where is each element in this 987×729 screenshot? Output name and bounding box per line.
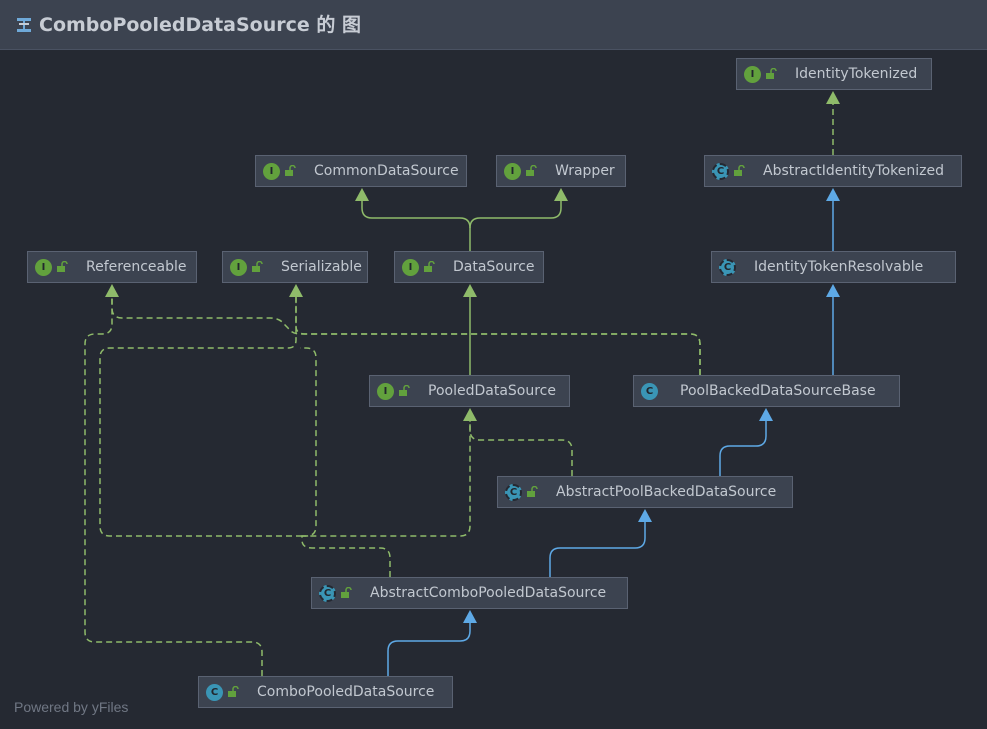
edge-datasource-to-wrapper — [469, 200, 562, 229]
arrowhead-commondatasource — [355, 188, 369, 201]
unlock-icon — [424, 261, 435, 272]
arrowhead-identitytokenresolvable — [826, 284, 840, 297]
node-identitytokenresolvable[interactable]: C IdentityTokenResolvable — [711, 251, 956, 283]
unlock-icon — [252, 261, 263, 272]
interface-icon: I — [377, 382, 394, 400]
node-label: AbstractComboPooledDataSource — [370, 585, 607, 601]
diagram-window: ComboPooledDataSource 的 图 I IdentityToke… — [0, 0, 987, 729]
node-pooleddatasource[interactable]: I PooledDataSource — [369, 375, 570, 407]
interface-icon: I — [504, 162, 521, 180]
edge-layer — [84, 91, 840, 676]
interface-icon: I — [230, 258, 247, 276]
edge-abstractcombo-to-abstractpoolbacked — [549, 521, 646, 577]
unlock-icon — [285, 165, 296, 176]
arrowhead-identitytokenized — [826, 91, 840, 104]
interface-icon: I — [402, 258, 419, 276]
unlock-icon — [399, 385, 410, 396]
abstract-class-icon: C — [319, 584, 336, 602]
powered-by-label: Powered by yFiles — [14, 699, 129, 715]
node-label: ComboPooledDataSource — [257, 684, 435, 700]
node-label: DataSource — [453, 259, 535, 275]
interface-icon: I — [744, 65, 761, 83]
unlock-icon — [341, 587, 352, 598]
arrowhead-pooleddatasource — [463, 408, 477, 421]
abstract-class-icon: C — [712, 162, 729, 180]
unlock-icon — [527, 486, 538, 497]
unlock-icon — [734, 165, 745, 176]
arrowhead-abstractidentitytokenized — [826, 188, 840, 201]
node-label: IdentityTokenized — [795, 66, 918, 82]
class-icon: C — [641, 382, 658, 400]
node-identitytokenized[interactable]: I IdentityTokenized — [736, 58, 932, 90]
unlock-icon — [228, 686, 239, 697]
interface-icon: I — [263, 162, 280, 180]
node-abstractidentitytokenized[interactable]: C AbstractIdentityTokenized — [704, 155, 962, 187]
node-label: IdentityTokenResolvable — [754, 259, 924, 275]
arrowhead-serializable — [289, 284, 303, 297]
arrowhead-wrapper — [554, 188, 568, 201]
arrowhead-referenceable — [105, 284, 119, 297]
abstract-class-icon: C — [719, 258, 736, 276]
node-abstractcombopooleddatasource[interactable]: C AbstractComboPooledDataSource — [311, 577, 628, 609]
edge-datasource-to-commondatasource — [361, 200, 471, 251]
class-icon: C — [206, 683, 223, 701]
abstract-class-icon: C — [505, 483, 522, 501]
edge-abstractpoolbacked-to-pooleddatasource — [469, 420, 573, 476]
arrowhead-poolbackedbase — [759, 408, 773, 421]
edge-combo-to-referenceable — [84, 296, 263, 676]
edge-combo-to-abstractcombo — [387, 622, 471, 676]
node-combopooleddatasource[interactable]: C ComboPooledDataSource — [198, 676, 453, 708]
node-label: PooledDataSource — [428, 383, 556, 399]
arrowhead-datasource — [463, 284, 477, 297]
interface-icon: I — [35, 258, 52, 276]
node-label: AbstractPoolBackedDataSource — [556, 484, 777, 500]
node-label: CommonDataSource — [314, 163, 459, 179]
unlock-icon — [766, 68, 777, 79]
edge-abstractcombo-to-serializable-loop — [300, 347, 317, 537]
edge-poolbacked-to-referenceable — [111, 296, 701, 375]
node-poolbackeddatasourcebase[interactable]: C PoolBackedDataSourceBase — [633, 375, 900, 407]
unlock-icon — [57, 261, 68, 272]
node-datasource[interactable]: I DataSource — [394, 251, 544, 283]
node-referenceable[interactable]: I Referenceable — [27, 251, 197, 283]
edge-abstractpoolbacked-to-poolbackedbase — [719, 420, 767, 476]
node-label: Referenceable — [86, 259, 187, 275]
arrowhead-abstractcombo — [463, 610, 477, 623]
arrowhead-abstractpoolbacked — [638, 509, 652, 522]
node-label: Serializable — [281, 259, 362, 275]
node-serializable[interactable]: I Serializable — [222, 251, 368, 283]
edge-abstractcombo-to-pooleddatasource — [301, 420, 471, 577]
node-label: PoolBackedDataSourceBase — [680, 383, 876, 399]
edge-poolbacked-to-serializable — [295, 296, 701, 375]
unlock-icon — [526, 165, 537, 176]
edge-abstractcombo-to-referenceable-loop — [99, 296, 302, 537]
node-abstractpoolbackeddatasource[interactable]: C AbstractPoolBackedDataSource — [497, 476, 793, 508]
node-commondatasource[interactable]: I CommonDataSource — [255, 155, 467, 187]
node-wrapper[interactable]: I Wrapper — [496, 155, 626, 187]
node-label: AbstractIdentityTokenized — [763, 163, 944, 179]
node-label: Wrapper — [555, 163, 615, 179]
